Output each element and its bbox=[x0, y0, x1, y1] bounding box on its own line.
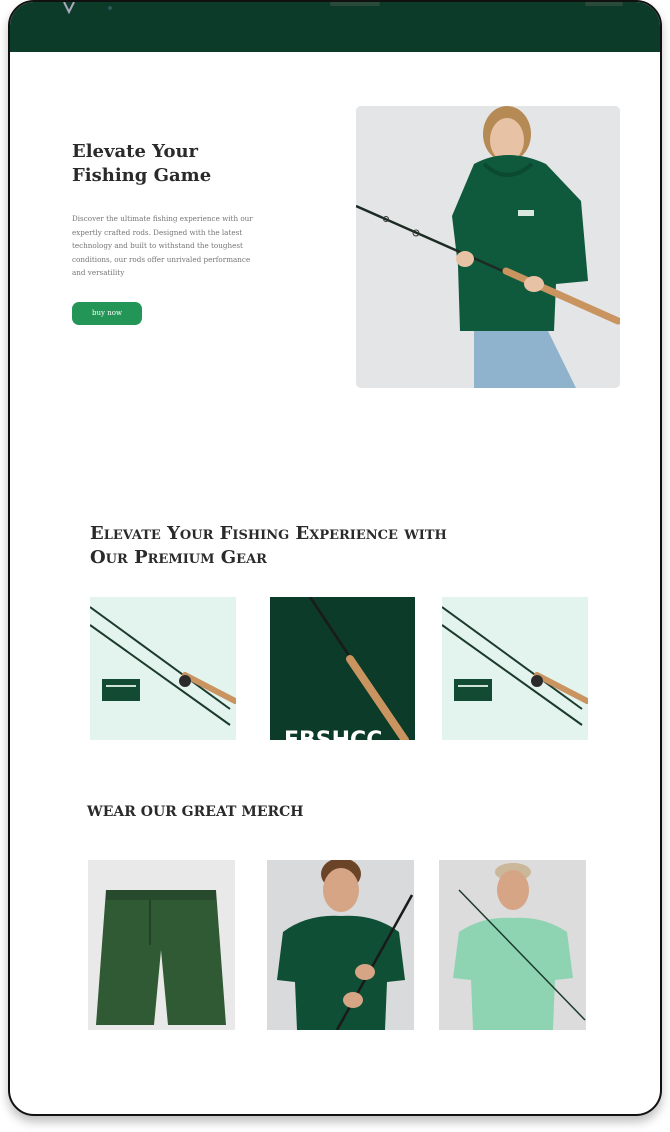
nav-item[interactable] bbox=[585, 2, 623, 6]
merch-section-title: WEAR OUR GREAT MERCH bbox=[87, 804, 304, 820]
hero-description: Discover the ultimate fishing experience… bbox=[72, 214, 253, 278]
buy-now-button[interactable]: buy now bbox=[72, 302, 142, 325]
nav-item[interactable] bbox=[330, 2, 380, 6]
nav-dot bbox=[108, 6, 112, 10]
product-brand-text: FBSHCC bbox=[284, 728, 382, 740]
merch-item-polo-shirt[interactable] bbox=[439, 860, 586, 1030]
merch-item-tshirt-with-rod[interactable] bbox=[267, 860, 414, 1030]
merch-item-cargo-shorts[interactable] bbox=[88, 860, 235, 1030]
gear-product-rods-card-3[interactable] bbox=[442, 597, 588, 740]
logo-icon bbox=[63, 2, 75, 15]
gear-product-rod-card-2[interactable]: FBSHCC bbox=[270, 597, 415, 740]
top-navigation-bar bbox=[10, 2, 660, 52]
gear-product-rods-card-1[interactable] bbox=[90, 597, 236, 740]
gear-section-title: Elevate Your Fishing Experience with Our… bbox=[90, 523, 447, 568]
page-frame: Elevate Your Fishing Game Discover the u… bbox=[8, 0, 662, 1116]
hero-image-model-hoodie-rod bbox=[356, 106, 620, 388]
hero-title: Elevate Your Fishing Game bbox=[72, 141, 212, 186]
